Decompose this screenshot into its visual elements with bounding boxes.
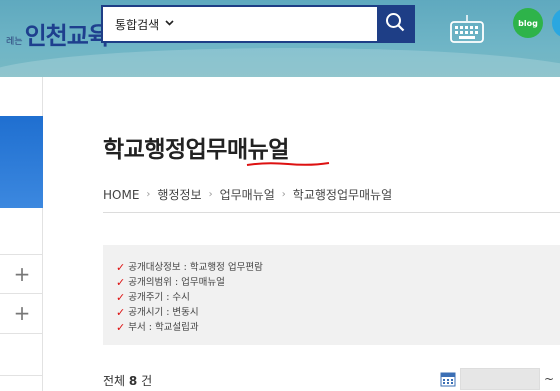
date-range-separator: ~ — [544, 372, 555, 386]
left-sidebar: + + — [0, 77, 43, 391]
disclosure-info-box: ✓ 공개대상정보 : 학교행정 업무편람 ✓ 공개의범위 : 업무매뉴얼 ✓ 공개주기… — [103, 245, 560, 345]
content-divider — [103, 212, 560, 213]
search-scope-select[interactable]: 통합검색 — [103, 7, 203, 41]
breadcrumb-item[interactable]: 행정정보 — [157, 186, 201, 203]
chevron-right-icon: › — [146, 189, 151, 200]
checkmark-icon: ✓ — [116, 261, 126, 274]
search-button[interactable] — [377, 6, 413, 42]
chevron-down-icon — [165, 19, 174, 29]
info-text: 공개의범위 : 업무매뉴얼 — [128, 277, 225, 288]
info-row: ✓ 공개주기 : 수시 — [116, 290, 560, 305]
start-date-input[interactable] — [460, 368, 540, 390]
total-count: 전체 8 건 — [103, 372, 152, 389]
search-scope-label: 통합검색 — [115, 17, 160, 32]
site-header: 레는 인천교육 통합검색 blog — [0, 0, 560, 77]
plus-icon[interactable]: + — [2, 254, 42, 294]
info-row: ✓ 공개시기 : 변동시 — [116, 305, 560, 320]
header-wave-decoration — [0, 48, 560, 77]
blog-label: blog — [518, 18, 538, 28]
total-prefix: 전체 — [103, 374, 126, 388]
search-icon — [385, 12, 405, 36]
search-input[interactable] — [203, 7, 377, 41]
checkmark-icon: ✓ — [116, 306, 126, 319]
sidebar-divider — [0, 375, 43, 376]
total-number: 8 — [128, 374, 138, 388]
page-title: 학교행정업무매뉴얼 — [103, 137, 289, 163]
info-row: ✓ 부서 : 학교설립과 — [116, 320, 560, 335]
site-logo[interactable]: 레는 인천교육 — [6, 16, 110, 51]
search-bar: 통합검색 — [101, 5, 415, 43]
sidebar-divider — [0, 333, 43, 334]
breadcrumb: HOME › 행정정보 › 업무매뉴얼 › 학교행정업무매뉴얼 — [103, 186, 392, 203]
breadcrumb-current[interactable]: 학교행정업무매뉴얼 — [293, 186, 392, 203]
breadcrumb-item[interactable]: 업무매뉴얼 — [220, 186, 275, 203]
date-filter: ~ — [440, 368, 554, 390]
info-text: 공개대상정보 : 학교행정 업무편람 — [128, 262, 263, 273]
info-text: 공개시기 : 변동시 — [128, 307, 199, 318]
title-underline-decoration — [246, 162, 330, 166]
plus-icon[interactable]: + — [2, 293, 42, 333]
calendar-icon[interactable] — [440, 371, 456, 387]
social-link-button[interactable] — [552, 8, 560, 38]
chevron-right-icon: › — [281, 189, 286, 200]
info-row: ✓ 공개의범위 : 업무매뉴얼 — [116, 275, 560, 290]
chevron-right-icon: › — [208, 189, 213, 200]
checkmark-icon: ✓ — [116, 291, 126, 304]
virtual-keyboard-icon[interactable] — [449, 13, 485, 45]
logo-text: 인천교육 — [24, 21, 110, 50]
sidebar-banner[interactable] — [0, 116, 43, 208]
info-row: ✓ 공개대상정보 : 학교행정 업무편람 — [116, 260, 560, 275]
checkmark-icon: ✓ — [116, 276, 126, 289]
total-suffix: 건 — [141, 374, 153, 388]
checkmark-icon: ✓ — [116, 321, 126, 334]
breadcrumb-home[interactable]: HOME — [103, 188, 139, 202]
blog-link-button[interactable]: blog — [513, 8, 543, 38]
info-text: 공개주기 : 수시 — [128, 292, 190, 303]
logo-small-text: 레는 — [6, 37, 23, 47]
info-text: 부서 : 학교설립과 — [128, 322, 199, 333]
